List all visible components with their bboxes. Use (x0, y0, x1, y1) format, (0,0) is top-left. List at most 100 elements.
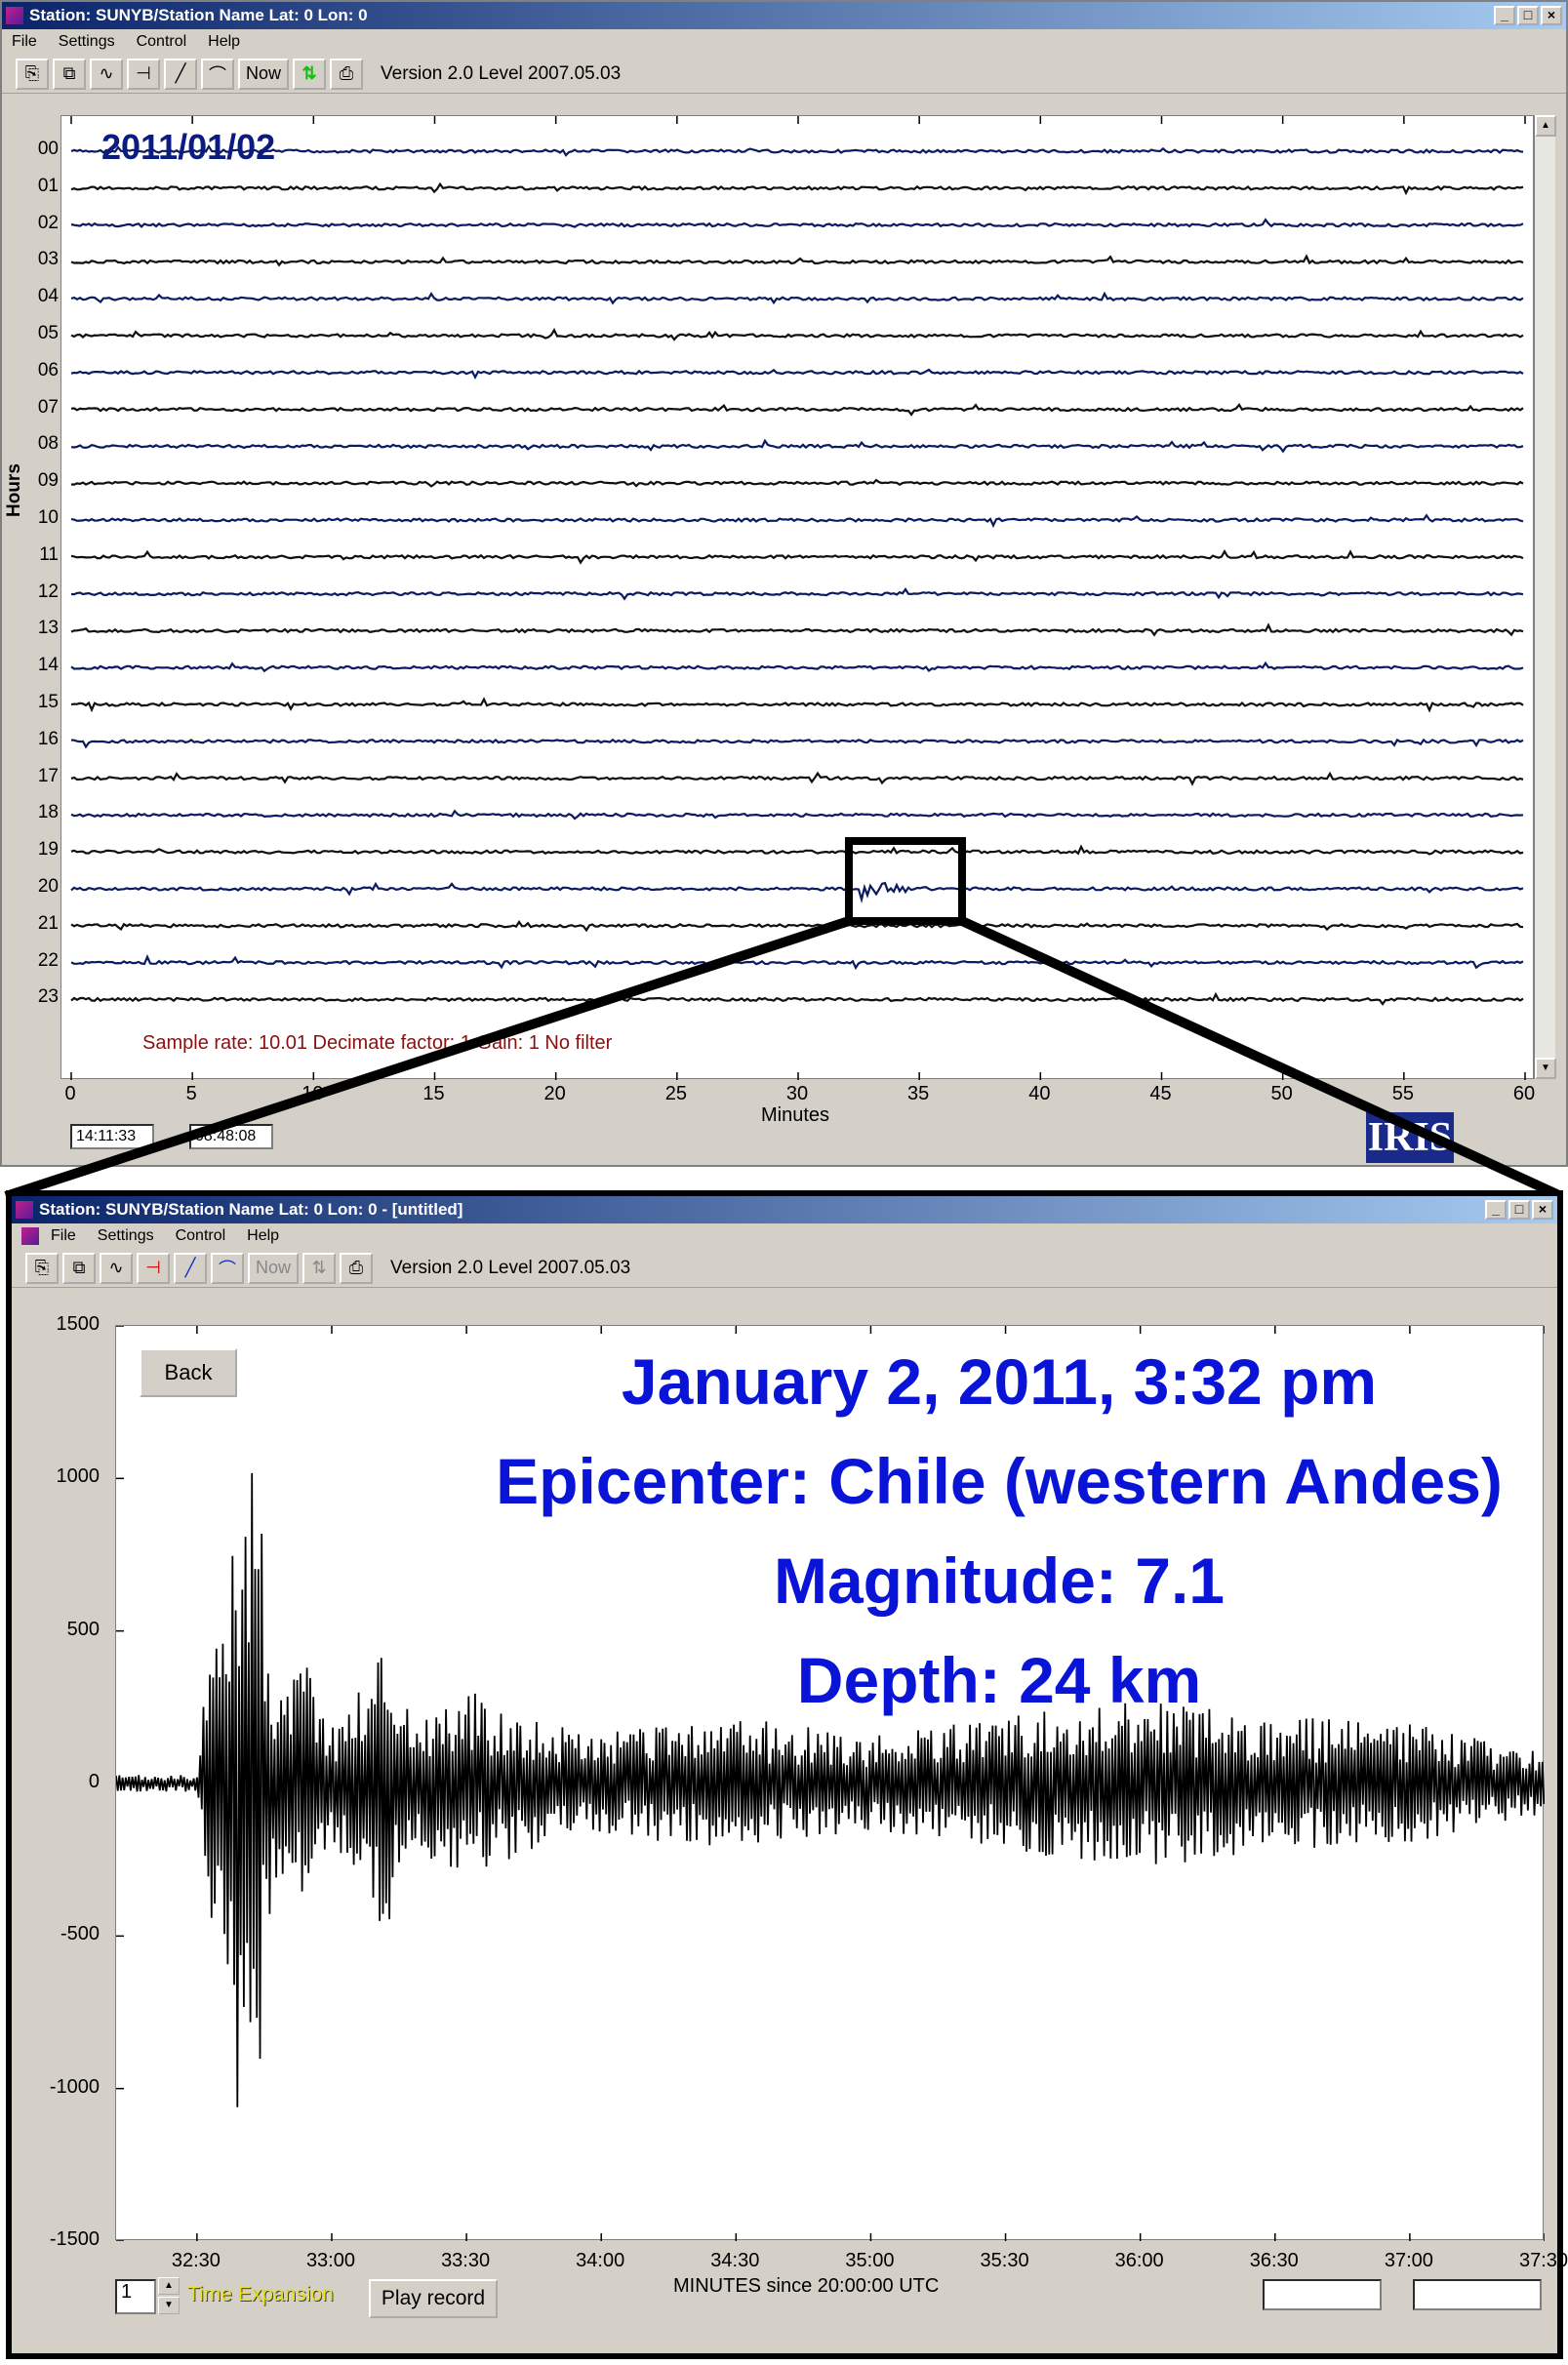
event-date: January 2, 2011, 3:32 pm (621, 1345, 1378, 1418)
menu-file[interactable]: File (12, 33, 37, 51)
x-tick-label: 35:30 (980, 2250, 1029, 2271)
scroll-up-icon[interactable]: ▲ (1535, 115, 1556, 137)
pulse-icon[interactable]: ⌒ (211, 1252, 244, 1284)
hour-label: 13 (37, 618, 59, 639)
app-icon (6, 7, 23, 24)
hour-trace (70, 291, 1524, 305)
minute-tick-label: 40 (1028, 1083, 1051, 1104)
hour-label: 10 (37, 507, 59, 528)
x-tick-label: 33:00 (305, 2250, 355, 2271)
hour-trace (70, 738, 1524, 749)
now-button[interactable]: Now (248, 1252, 299, 1284)
toolbar: ⎘ ⧉ ∿ ⊣ ╱ ⌒ Now ⇅ ⎙ Version 2.0 Level 20… (12, 1249, 1557, 1288)
hour-label: 22 (37, 949, 59, 971)
hour-trace (70, 771, 1524, 786)
event-magnitude: Magnitude: 7.1 (773, 1544, 1226, 1617)
menu-settings[interactable]: Settings (59, 33, 115, 51)
pick-icon[interactable]: ⊣ (127, 58, 160, 90)
y-tick-label: -1500 (49, 2228, 100, 2250)
hour-label: 00 (37, 139, 59, 159)
blank-field-2[interactable] (1413, 2279, 1542, 2310)
sample-info: Sample rate: 10.01 Decimate factor: 1 Ga… (142, 1032, 613, 1054)
hour-trace (70, 181, 1524, 196)
time-expansion-input[interactable]: 1 (115, 2279, 156, 2314)
minute-tick-label: 5 (185, 1083, 197, 1104)
x-tick-label: 37:30 (1518, 2250, 1568, 2271)
x-tick-label: 32:30 (171, 2250, 221, 2271)
hour-label: 12 (37, 581, 59, 602)
hour-label: 05 (37, 323, 59, 343)
copy-icon[interactable]: ⧉ (53, 58, 86, 90)
spin-down-icon[interactable]: ▼ (158, 2297, 180, 2314)
window-title: Station: SUNYB/Station Name Lat: 0 Lon: … (29, 6, 368, 24)
waveform-icon[interactable]: ∿ (100, 1252, 133, 1284)
minute-tick-label: 15 (422, 1083, 445, 1104)
now-button[interactable]: Now (238, 58, 289, 90)
minute-tick-label: 20 (543, 1083, 566, 1104)
vertical-scrollbar[interactable]: ▲ ▼ (1534, 115, 1556, 1079)
hour-label: 20 (37, 876, 59, 897)
close-button[interactable]: × (1541, 6, 1562, 25)
close-button[interactable]: × (1532, 1200, 1553, 1220)
end-time-field[interactable]: 08:48:08 (189, 1124, 273, 1149)
menu-help[interactable]: Help (208, 33, 240, 51)
ramp-icon[interactable]: ╱ (164, 58, 197, 90)
back-button[interactable]: Back (140, 1348, 237, 1397)
minute-tick-label: 55 (1391, 1083, 1414, 1104)
toolbar: ⎘ ⧉ ∿ ⊣ ╱ ⌒ Now ⇅ ⎙ Version 2.0 Level 20… (2, 55, 1566, 94)
pick-icon[interactable]: ⊣ (137, 1252, 170, 1284)
hour-label: 19 (37, 839, 59, 861)
hour-trace (70, 809, 1524, 821)
copy-icon[interactable]: ⧉ (62, 1252, 96, 1284)
scroll-down-icon[interactable]: ▼ (1535, 1058, 1556, 1079)
y-tick-label: 0 (88, 1771, 100, 1792)
window-title: Station: SUNYB/Station Name Lat: 0 Lon: … (39, 1200, 463, 1219)
hour-trace (70, 143, 1524, 157)
up-down-arrows-icon[interactable]: ⇅ (302, 1252, 336, 1284)
hour-trace (70, 328, 1524, 341)
minute-tick-label: 10 (302, 1083, 324, 1104)
spin-up-icon[interactable]: ▲ (158, 2277, 180, 2295)
hour-label: 23 (37, 986, 59, 1008)
start-time-field[interactable]: 14:11:33 (70, 1124, 154, 1149)
hour-trace (70, 661, 1524, 673)
menu-control[interactable]: Control (137, 33, 187, 51)
time-expansion-label: Time Expansion (187, 2283, 334, 2305)
hour-label: 04 (37, 286, 59, 307)
menu-bar: File Settings Control Help (12, 1223, 1557, 1249)
hour-trace (70, 438, 1524, 454)
hour-trace (70, 478, 1524, 488)
maximize-button[interactable]: □ (1508, 1200, 1530, 1220)
open-icon[interactable]: ⎘ (16, 58, 49, 90)
hour-label: 08 (37, 433, 59, 455)
y-tick-label: 500 (66, 1618, 100, 1640)
maximize-button[interactable]: □ (1517, 6, 1539, 25)
minute-tick-label: 60 (1512, 1083, 1536, 1104)
minute-tick-label: 0 (64, 1083, 76, 1104)
hour-label: 17 (37, 765, 59, 786)
y-tick-label: 1000 (56, 1465, 101, 1488)
menu-help[interactable]: Help (247, 1227, 279, 1245)
menu-settings[interactable]: Settings (98, 1227, 154, 1245)
print-icon[interactable]: ⎙ (340, 1252, 373, 1284)
hour-trace (70, 403, 1524, 417)
app-icon (16, 1201, 33, 1219)
ramp-icon[interactable]: ╱ (174, 1252, 207, 1284)
menu-control[interactable]: Control (176, 1227, 226, 1245)
blank-field-1[interactable] (1263, 2279, 1382, 2310)
hour-trace (70, 368, 1524, 380)
minimize-button[interactable]: _ (1485, 1200, 1507, 1220)
minute-tick-label: 30 (785, 1083, 809, 1104)
hours-axis-title: Hours (4, 463, 24, 517)
open-icon[interactable]: ⎘ (25, 1252, 59, 1284)
waveform-icon[interactable]: ∿ (90, 58, 123, 90)
minute-tick-label: 50 (1270, 1083, 1293, 1104)
hour-trace (70, 549, 1524, 565)
minimize-button[interactable]: _ (1494, 6, 1515, 25)
menu-file[interactable]: File (51, 1227, 76, 1245)
print-icon[interactable]: ⎙ (330, 58, 363, 90)
play-record-button[interactable]: Play record (369, 2279, 498, 2318)
pulse-icon[interactable]: ⌒ (201, 58, 234, 90)
x-tick-label: 34:30 (710, 2250, 760, 2271)
up-down-arrows-icon[interactable]: ⇅ (293, 58, 326, 90)
